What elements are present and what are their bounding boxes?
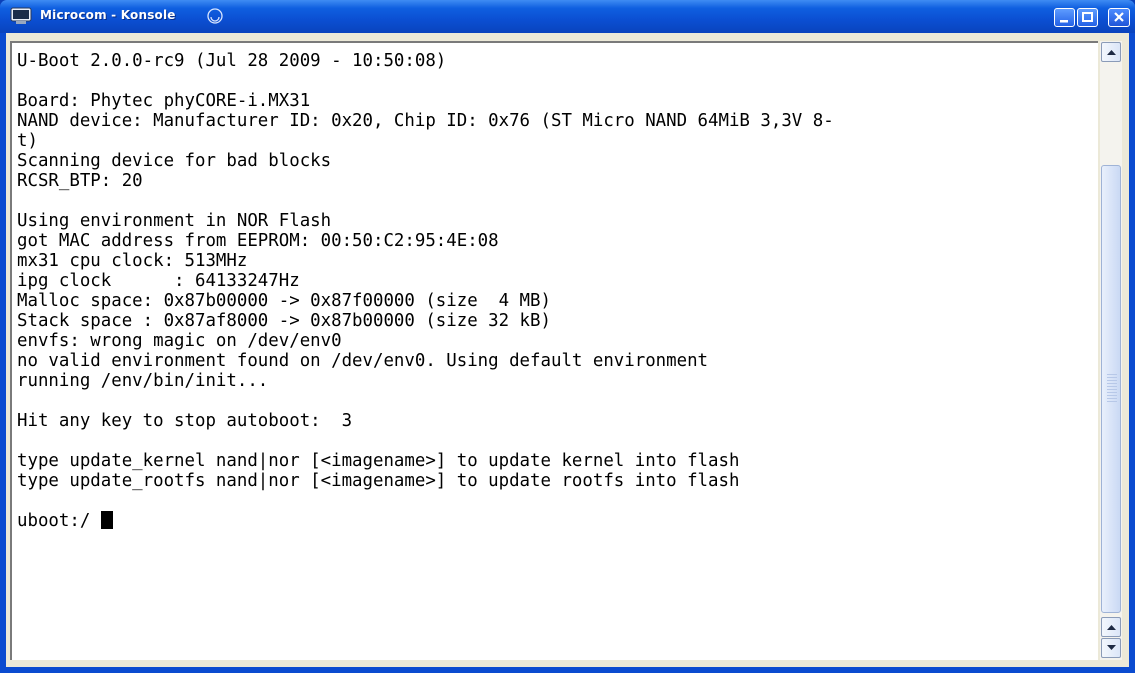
arrow-up-icon [1107, 50, 1116, 55]
arrow-up-icon [1107, 625, 1116, 630]
minimize-icon [1060, 20, 1068, 23]
terminal-lines: U-Boot 2.0.0-rc9 (Jul 28 2009 - 10:50:08… [17, 51, 834, 491]
terminal-line: envfs: wrong magic on /dev/env0 [17, 331, 342, 351]
terminal-line: Scanning device for bad blocks [17, 151, 332, 171]
terminal-line: running /env/bin/init... [17, 371, 269, 391]
terminal-line: Malloc space: 0x87b00000 -> 0x87f00000 (… [17, 291, 551, 311]
vertical-scrollbar[interactable] [1100, 41, 1122, 660]
terminal-line: no valid environment found on /dev/env0.… [17, 351, 709, 371]
terminal-line: mx31 cpu clock: 513MHz [17, 251, 248, 271]
shell-prompt: uboot:/ [17, 511, 101, 531]
terminal-line: type update_kernel nand|nor [<imagename>… [17, 451, 740, 471]
window-frame-right [1129, 33, 1135, 673]
terminal-text: U-Boot 2.0.0-rc9 (Jul 28 2009 - 10:50:08… [17, 51, 834, 531]
window-frame-bottom [0, 667, 1135, 673]
konsole-client-area: U-Boot 2.0.0-rc9 (Jul 28 2009 - 10:50:08… [6, 33, 1129, 667]
maximize-button[interactable] [1077, 8, 1098, 27]
terminal-output[interactable]: U-Boot 2.0.0-rc9 (Jul 28 2009 - 10:50:08… [10, 41, 1098, 660]
scroll-up-button[interactable] [1101, 42, 1121, 62]
terminal-line: Hit any key to stop autoboot: 3 [17, 411, 353, 431]
terminal-line: got MAC address from EEPROM: 00:50:C2:95… [17, 231, 499, 251]
title-bar[interactable]: Microcom - Konsole [0, 0, 1135, 33]
terminal-line: type update_rootfs nand|nor [<imagename>… [17, 471, 740, 491]
scroll-down-button[interactable] [1101, 638, 1121, 658]
terminal-line: t) [17, 131, 38, 151]
terminal-line: Using environment in NOR Flash [17, 211, 332, 231]
close-button[interactable] [1108, 8, 1130, 27]
scrollbar-grip [1107, 374, 1117, 404]
arrow-down-icon [1107, 645, 1116, 650]
scrollbar-thumb[interactable] [1101, 165, 1121, 613]
konsole-app-icon[interactable] [10, 7, 32, 25]
minimize-button[interactable] [1054, 8, 1075, 27]
title-decoration-icon [207, 8, 223, 24]
terminal-line: ipg clock : 64133247Hz [17, 271, 300, 291]
window-title: Microcom - Konsole [40, 8, 176, 22]
text-cursor [100, 511, 113, 529]
maximize-icon [1082, 12, 1093, 22]
konsole-window: Microcom - Konsole U-Boot 2.0.0-rc9 (Jul… [0, 0, 1135, 673]
terminal-line: U-Boot 2.0.0-rc9 (Jul 28 2009 - 10:50:08… [17, 51, 447, 71]
scroll-up-button-bottom[interactable] [1101, 617, 1121, 637]
close-icon [1114, 12, 1124, 22]
terminal-line: RCSR_BTP: 20 [17, 171, 143, 191]
terminal-line: Board: Phytec phyCORE-i.MX31 [17, 91, 311, 111]
terminal-line: NAND device: Manufacturer ID: 0x20, Chip… [17, 111, 834, 131]
terminal-line: Stack space : 0x87af8000 -> 0x87b00000 (… [17, 311, 551, 331]
